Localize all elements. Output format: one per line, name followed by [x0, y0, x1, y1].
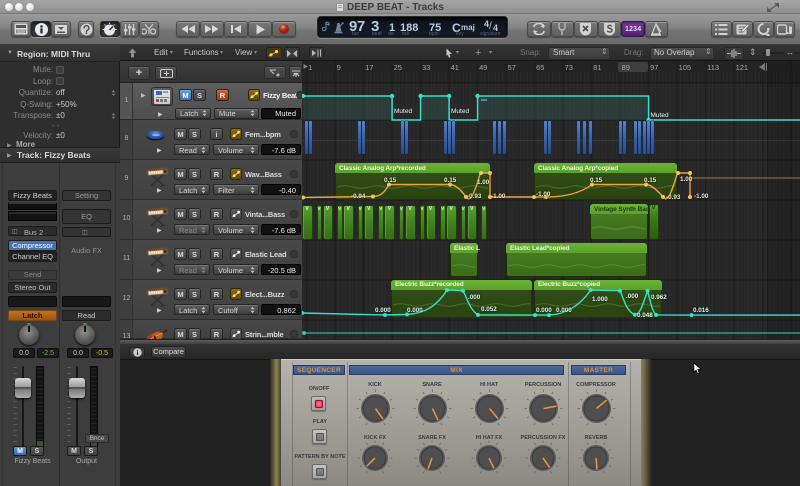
svg-text:i: i — [136, 349, 138, 357]
